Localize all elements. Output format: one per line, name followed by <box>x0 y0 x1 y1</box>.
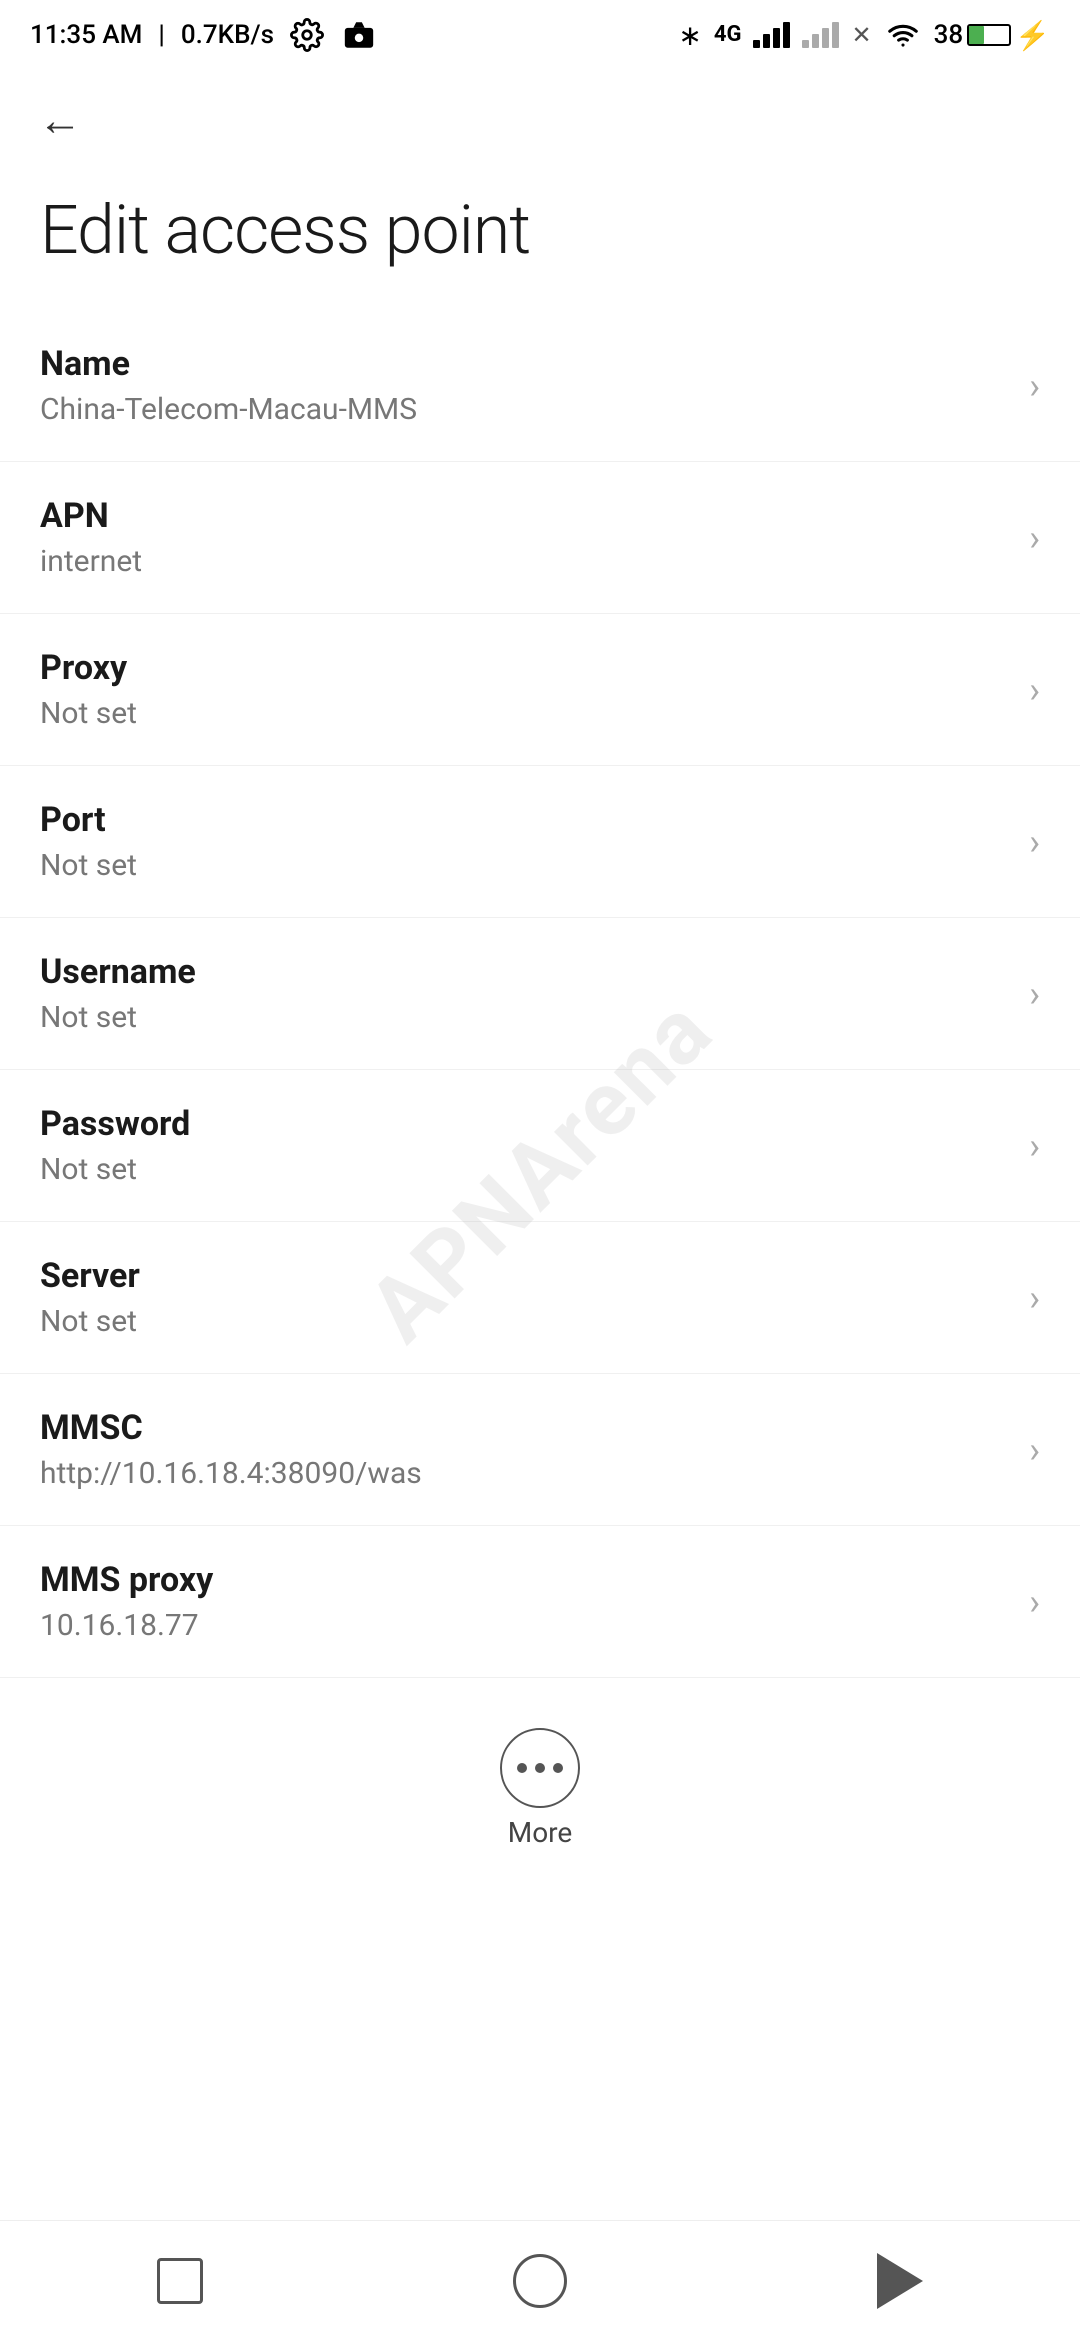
top-nav: ← <box>0 70 1080 160</box>
more-section: More <box>0 1678 1080 1889</box>
camera-icon <box>340 18 378 52</box>
settings-value-server: Not set <box>40 1304 1009 1339</box>
back-arrow-icon: ← <box>38 98 82 142</box>
status-bar: 11:35 AM | 0.7KB/s ∗ 4G <box>0 0 1080 70</box>
settings-item-username[interactable]: Username Not set › <box>0 918 1080 1070</box>
settings-item-mmsc-content: MMSC http://10.16.18.4:38090/was <box>40 1408 1009 1491</box>
settings-label-mms-proxy: MMS proxy <box>40 1560 1009 1600</box>
more-label: More <box>508 1816 573 1849</box>
more-dot-2 <box>535 1763 545 1773</box>
settings-item-apn[interactable]: APN internet › <box>0 462 1080 614</box>
chevron-right-apn: › <box>1029 517 1040 559</box>
chevron-right-port: › <box>1029 821 1040 863</box>
settings-item-password-content: Password Not set <box>40 1104 1009 1187</box>
speed-display: | <box>158 20 164 50</box>
chevron-right-mmsc: › <box>1029 1429 1040 1471</box>
charging-icon: ⚡ <box>1015 19 1050 52</box>
time-display: 11:35 AM <box>30 20 142 50</box>
bluetooth-icon: ∗ <box>678 19 701 52</box>
battery-fill <box>969 26 984 44</box>
settings-item-name[interactable]: Name China-Telecom-Macau-MMS › <box>0 310 1080 462</box>
settings-item-apn-content: APN internet <box>40 496 1009 579</box>
settings-list: Name China-Telecom-Macau-MMS › APN inter… <box>0 310 1080 1678</box>
network-speed: 0.7KB/s <box>181 20 274 50</box>
settings-value-username: Not set <box>40 1000 1009 1035</box>
home-icon <box>513 2254 567 2308</box>
chevron-right-username: › <box>1029 973 1040 1015</box>
settings-label-password: Password <box>40 1104 1009 1144</box>
settings-item-port-content: Port Not set <box>40 800 1009 883</box>
settings-icon <box>290 18 324 52</box>
settings-label-name: Name <box>40 344 1009 384</box>
settings-value-password: Not set <box>40 1152 1009 1187</box>
chevron-right-password: › <box>1029 1125 1040 1167</box>
settings-label-server: Server <box>40 1256 1009 1296</box>
settings-item-proxy[interactable]: Proxy Not set › <box>0 614 1080 766</box>
settings-value-mms-proxy: 10.16.18.77 <box>40 1608 1009 1643</box>
settings-value-proxy: Not set <box>40 696 1009 731</box>
settings-label-apn: APN <box>40 496 1009 536</box>
settings-value-apn: internet <box>40 544 1009 579</box>
bottom-nav <box>0 2220 1080 2340</box>
battery-box <box>967 24 1011 46</box>
back-nav-icon <box>877 2253 923 2309</box>
chevron-right-proxy: › <box>1029 669 1040 711</box>
settings-item-port[interactable]: Port Not set › <box>0 766 1080 918</box>
settings-label-mmsc: MMSC <box>40 1408 1009 1448</box>
more-button[interactable]: More <box>470 1718 610 1859</box>
settings-item-mms-proxy-content: MMS proxy 10.16.18.77 <box>40 1560 1009 1643</box>
settings-value-name: China-Telecom-Macau-MMS <box>40 392 1009 427</box>
network-type-badge: 4G <box>714 24 742 46</box>
settings-label-proxy: Proxy <box>40 648 1009 688</box>
more-dots-icon <box>517 1763 563 1773</box>
no-signal-icon: ✕ <box>851 21 871 49</box>
settings-label-username: Username <box>40 952 1009 992</box>
settings-item-name-content: Name China-Telecom-Macau-MMS <box>40 344 1009 427</box>
settings-item-proxy-content: Proxy Not set <box>40 648 1009 731</box>
settings-item-mmsc[interactable]: MMSC http://10.16.18.4:38090/was › <box>0 1374 1080 1526</box>
battery-percent: 38 <box>934 20 964 50</box>
settings-item-password[interactable]: Password Not set › <box>0 1070 1080 1222</box>
chevron-right-mms-proxy: › <box>1029 1581 1040 1623</box>
settings-item-server[interactable]: Server Not set › <box>0 1222 1080 1374</box>
status-right: ∗ 4G ✕ 38 <box>678 19 1050 52</box>
back-button[interactable]: ← <box>30 90 90 150</box>
signal-bars-2 <box>802 22 839 48</box>
chevron-right-name: › <box>1029 365 1040 407</box>
signal-bars-1 <box>753 22 790 48</box>
settings-item-mms-proxy[interactable]: MMS proxy 10.16.18.77 › <box>0 1526 1080 1678</box>
chevron-right-server: › <box>1029 1277 1040 1319</box>
more-dot-3 <box>553 1763 563 1773</box>
recent-apps-icon <box>157 2258 203 2304</box>
nav-home-button[interactable] <box>500 2241 580 2321</box>
settings-item-server-content: Server Not set <box>40 1256 1009 1339</box>
status-left: 11:35 AM | 0.7KB/s <box>30 18 378 52</box>
nav-recent-button[interactable] <box>140 2241 220 2321</box>
more-circle-icon <box>500 1728 580 1808</box>
battery-indicator: 38 ⚡ <box>934 19 1050 52</box>
settings-value-mmsc: http://10.16.18.4:38090/was <box>40 1456 1009 1491</box>
settings-item-username-content: Username Not set <box>40 952 1009 1035</box>
settings-label-port: Port <box>40 800 1009 840</box>
page-title: Edit access point <box>0 160 1080 310</box>
settings-value-port: Not set <box>40 848 1009 883</box>
more-dot-1 <box>517 1763 527 1773</box>
wifi-icon <box>884 20 922 50</box>
nav-back-button[interactable] <box>860 2241 940 2321</box>
